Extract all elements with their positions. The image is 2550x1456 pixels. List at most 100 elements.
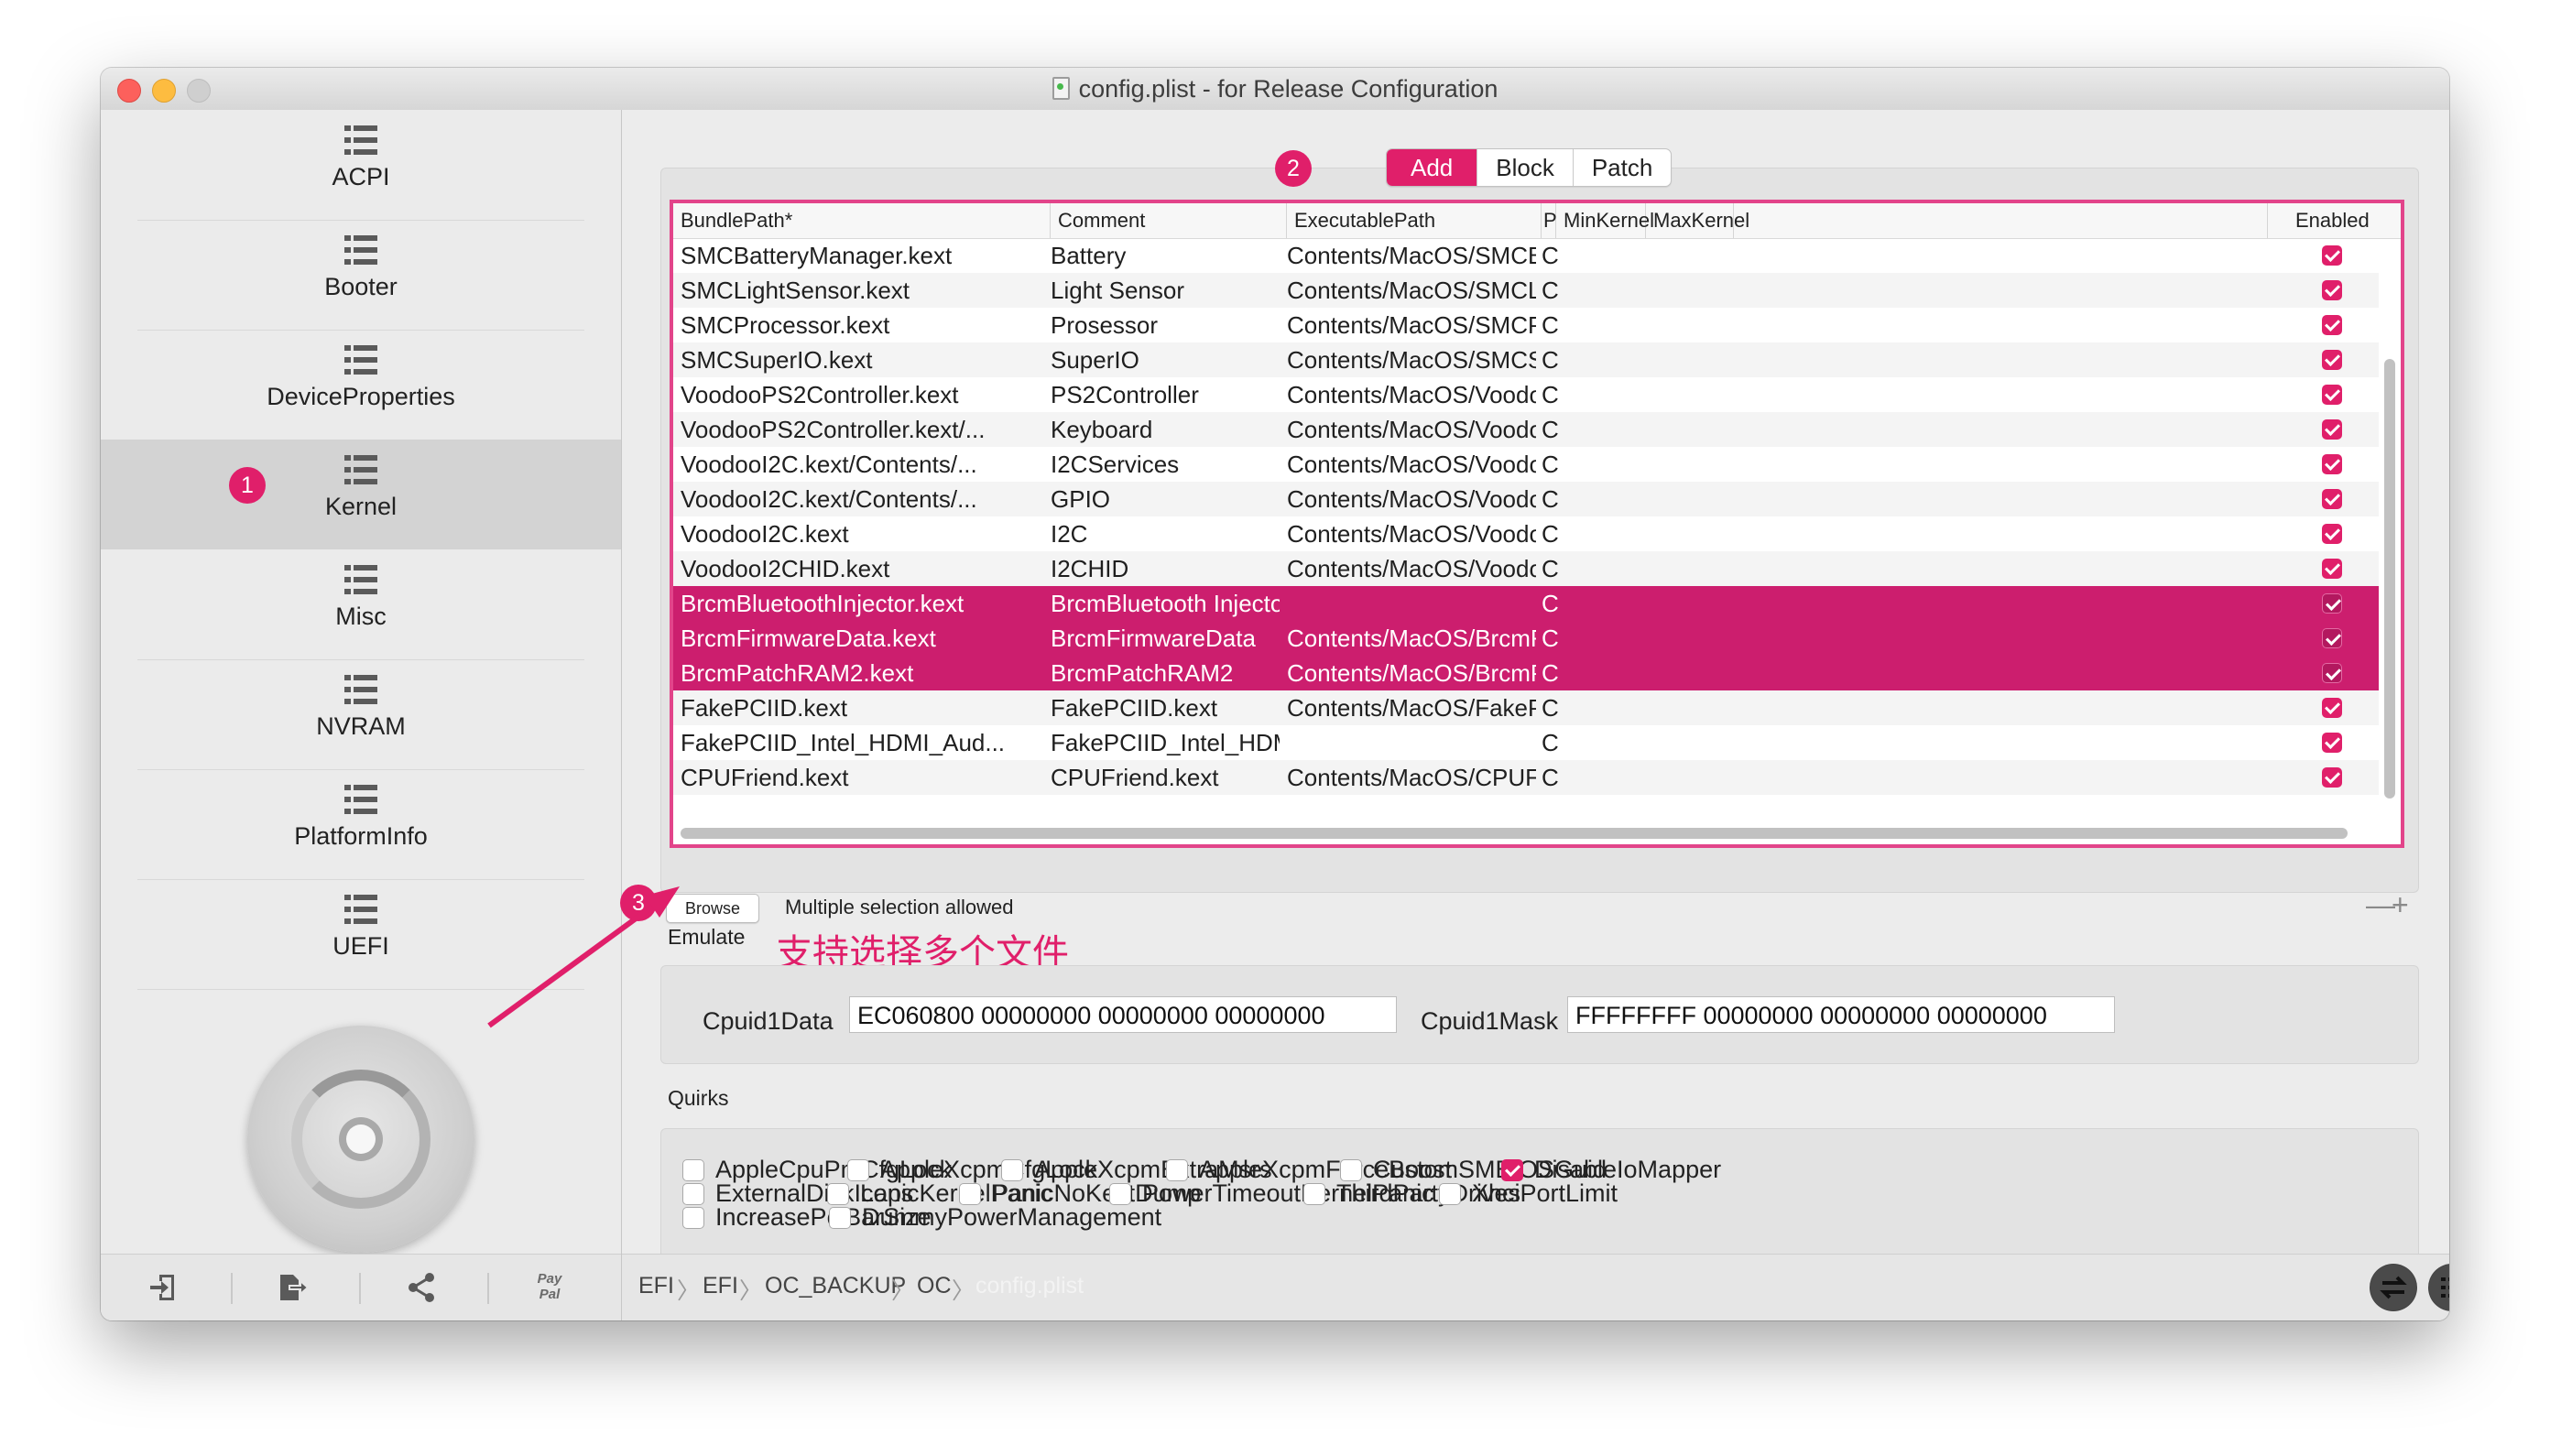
- comment-cell[interactable]: Light Sensor: [1043, 273, 1280, 308]
- p-cell[interactable]: C: [1534, 621, 1562, 656]
- add-button[interactable]: +: [2392, 888, 2409, 922]
- bundle-path-cell[interactable]: VoodooI2C.kext/Contents/...: [673, 482, 1043, 516]
- checkbox[interactable]: [1001, 1159, 1023, 1181]
- column-header[interactable]: Enabled: [2267, 203, 2395, 238]
- p-cell[interactable]: C: [1534, 690, 1562, 725]
- table-row[interactable]: SMCBatteryManager.kext Battery Contents/Ma…: [673, 238, 2379, 273]
- sidebar-item-booter[interactable]: Booter: [101, 220, 621, 330]
- bundle-path-cell[interactable]: SMCBatteryManager.kext: [673, 238, 1043, 273]
- table-row[interactable]: SMCLightSensor.kext Light Sensor Contents/…: [673, 273, 2379, 308]
- table-row[interactable]: SMCProcessor.kext Prosessor Contents/MacOS…: [673, 308, 2379, 342]
- executable-path-cell[interactable]: Contents/MacOS/SMCProcessor: [1280, 308, 1536, 342]
- import-icon[interactable]: [147, 1269, 183, 1306]
- executable-path-cell[interactable]: Contents/MacOS/SMCSuperIO: [1280, 342, 1536, 377]
- executable-path-cell[interactable]: Contents/MacOS/VoodooI2CHID: [1280, 551, 1536, 586]
- enabled-checkbox[interactable]: [2322, 419, 2342, 440]
- p-cell[interactable]: C: [1534, 342, 1562, 377]
- checkbox[interactable]: [682, 1207, 704, 1229]
- column-header[interactable]: P: [1542, 203, 1557, 238]
- executable-path-cell[interactable]: Contents/MacOS/BrcmPatchRAM2: [1280, 656, 1536, 690]
- checkbox[interactable]: [1303, 1183, 1325, 1205]
- sidebar-item-kernel[interactable]: Kernel 1: [101, 440, 621, 549]
- column-header[interactable]: ExecutablePath: [1287, 203, 1542, 238]
- table-row[interactable]: VoodooI2C.kextI2CContents/MacOS/VoodooI2…: [673, 516, 2379, 551]
- breadcrumb-item[interactable]: OC_BACKUP: [765, 1273, 906, 1299]
- swap-icon[interactable]: [2370, 1264, 2417, 1311]
- enabled-checkbox[interactable]: [2322, 698, 2342, 718]
- enabled-checkbox[interactable]: [2322, 315, 2342, 335]
- comment-cell[interactable]: BrcmPatchRAM2: [1043, 656, 1280, 690]
- enabled-checkbox[interactable]: [2322, 628, 2342, 648]
- table-row[interactable]: VoodooPS2Controller.kext/... Keyboard Cont…: [673, 412, 2379, 447]
- sidebar-item-platforminfo[interactable]: PlatformInfo: [101, 769, 621, 879]
- comment-cell[interactable]: I2CHID: [1043, 551, 1280, 586]
- enabled-checkbox[interactable]: [2322, 245, 2342, 266]
- executable-path-cell[interactable]: Contents/MacOS/BrcmFirmwareData: [1280, 621, 1536, 656]
- checkbox[interactable]: [1501, 1159, 1523, 1181]
- p-cell[interactable]: C: [1534, 551, 1562, 586]
- checkbox[interactable]: [827, 1183, 849, 1205]
- enabled-checkbox[interactable]: [2322, 559, 2342, 579]
- tab-add[interactable]: Add: [1387, 149, 1477, 186]
- bundle-path-cell[interactable]: CPUFriend.kext: [673, 760, 1043, 795]
- browse-button[interactable]: Browse: [666, 894, 759, 923]
- enabled-checkbox[interactable]: [2322, 733, 2342, 753]
- export-icon[interactable]: [275, 1269, 311, 1306]
- executable-path-cell[interactable]: Contents/MacOS/CPUFriend: [1280, 760, 1536, 795]
- vertical-scrollbar[interactable]: [2384, 359, 2395, 799]
- enabled-checkbox[interactable]: [2322, 454, 2342, 474]
- column-header[interactable]: BundlePath*: [673, 203, 1051, 238]
- executable-path-cell[interactable]: Contents/MacOS/SMCLightSensor: [1280, 273, 1536, 308]
- executable-path-cell[interactable]: Contents/MacOS/VoodooI2C: [1280, 516, 1536, 551]
- bundle-path-cell[interactable]: BrcmFirmwareData.kext: [673, 621, 1043, 656]
- tab-patch[interactable]: Patch: [1572, 149, 1671, 186]
- p-cell[interactable]: C: [1534, 725, 1562, 760]
- enabled-checkbox[interactable]: [2322, 767, 2342, 788]
- p-cell[interactable]: C: [1534, 308, 1562, 342]
- checkbox[interactable]: [682, 1159, 704, 1181]
- checkbox[interactable]: [682, 1183, 704, 1205]
- p-cell[interactable]: C: [1534, 482, 1562, 516]
- executable-path-cell[interactable]: Contents/MacOS/FakePCIID: [1280, 690, 1536, 725]
- bundle-path-cell[interactable]: VoodooI2C.kext/Contents/...: [673, 447, 1043, 482]
- checkbox[interactable]: [847, 1159, 869, 1181]
- comment-cell[interactable]: I2CServices: [1043, 447, 1280, 482]
- checkbox[interactable]: [1340, 1159, 1362, 1181]
- executable-path-cell[interactable]: Contents/MacOS/VoodooGPIO: [1280, 482, 1536, 516]
- comment-cell[interactable]: FakePCIID.kext: [1043, 690, 1280, 725]
- table-row[interactable]: VoodooI2C.kext/Contents/... GPIO Contents/…: [673, 482, 2379, 516]
- p-cell[interactable]: C: [1534, 273, 1562, 308]
- quirk-xhciportlimit[interactable]: XhciPortLimit: [1439, 1179, 1618, 1208]
- enabled-checkbox[interactable]: [2322, 593, 2342, 614]
- comment-cell[interactable]: Prosessor: [1043, 308, 1280, 342]
- table-row[interactable]: SMCSuperIO.kext SuperIO Contents/MacOS/SMC…: [673, 342, 2379, 377]
- executable-path-cell[interactable]: Contents/MacOS/VoodooPS2Keyboard: [1280, 412, 1536, 447]
- enabled-checkbox[interactable]: [2322, 350, 2342, 370]
- sidebar-item-nvram[interactable]: NVRAM: [101, 659, 621, 769]
- bundle-path-cell[interactable]: FakePCIID_Intel_HDMI_Aud...: [673, 725, 1043, 760]
- checkbox[interactable]: [959, 1183, 981, 1205]
- enabled-checkbox[interactable]: [2322, 385, 2342, 405]
- p-cell[interactable]: C: [1534, 586, 1562, 621]
- p-cell[interactable]: C: [1534, 412, 1562, 447]
- executable-path-cell[interactable]: Contents/MacOS/VoodooPS2Controller: [1280, 377, 1536, 412]
- p-cell[interactable]: C: [1534, 656, 1562, 690]
- table-row[interactable]: CPUFriend.kext CPUFriend.kext Contents/Mac…: [673, 760, 2379, 795]
- comment-cell[interactable]: Keyboard: [1043, 412, 1280, 447]
- p-cell[interactable]: C: [1534, 377, 1562, 412]
- column-header[interactable]: Comment: [1051, 203, 1287, 238]
- comment-cell[interactable]: GPIO: [1043, 482, 1280, 516]
- table-row[interactable]: VoodooPS2Controller.kext PS2Controller Con…: [673, 377, 2379, 412]
- bundle-path-cell[interactable]: VoodooI2CHID.kext: [673, 551, 1043, 586]
- sidebar-item-misc[interactable]: Misc: [101, 549, 621, 659]
- sidebar-item-deviceproperties[interactable]: DeviceProperties: [101, 330, 621, 440]
- p-cell[interactable]: C: [1534, 447, 1562, 482]
- bundle-path-cell[interactable]: SMCProcessor.kext: [673, 308, 1043, 342]
- bundle-path-cell[interactable]: VoodooI2C.kext: [673, 516, 1043, 551]
- bundle-path-cell[interactable]: FakePCIID.kext: [673, 690, 1043, 725]
- sidebar-item-uefi[interactable]: UEFI: [101, 879, 621, 989]
- table-row[interactable]: FakePCIID.kext FakePCIID.kext Contents/Mac…: [673, 690, 2379, 725]
- paypal-icon[interactable]: Pay Pal: [531, 1271, 568, 1308]
- checkbox[interactable]: [1439, 1183, 1461, 1205]
- table-row[interactable]: VoodooI2C.kext/Contents/... I2CServices Co…: [673, 447, 2379, 482]
